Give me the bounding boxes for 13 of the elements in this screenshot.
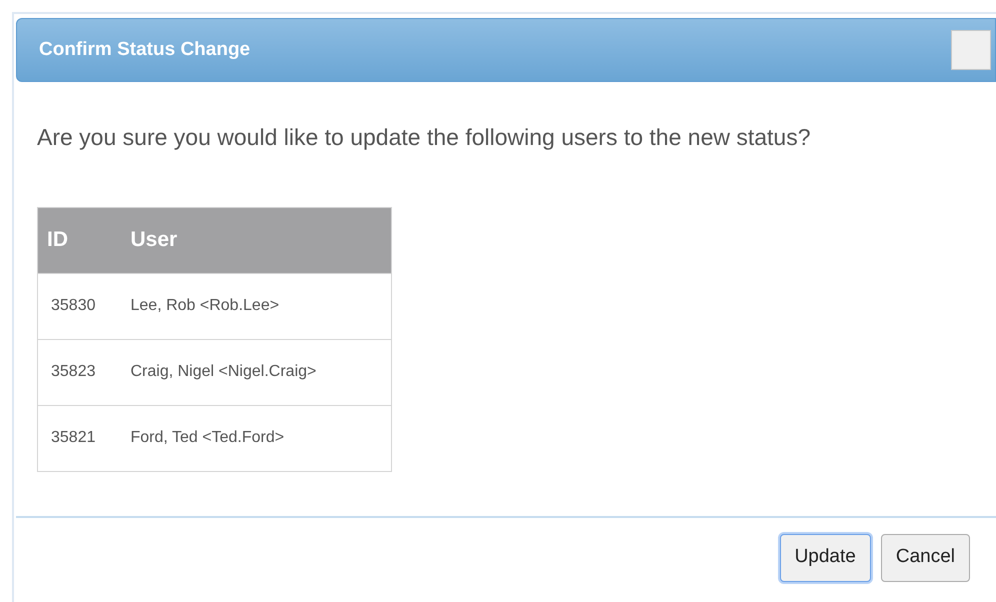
column-header: User	[118, 207, 392, 273]
table-cell: Ford, Ted <Ted.Ford>	[118, 405, 392, 471]
table-cell: Lee, Rob <Rob.Lee>	[118, 273, 392, 339]
table-cell: 35821	[38, 405, 118, 471]
window-title: Confirm Status Change	[39, 38, 250, 62]
column-header: ID	[38, 207, 118, 273]
table-cell: Craig, Nigel <Nigel.Craig>	[118, 339, 392, 405]
confirmation-message: Are you sure you would like to update the following users to the new status?	[37, 123, 812, 152]
cancel-button[interactable]: Cancel	[880, 534, 970, 582]
table-cell: 35830	[38, 273, 118, 339]
update-button[interactable]: Update	[780, 534, 871, 582]
table-cell: 35823	[38, 339, 118, 405]
close-button[interactable]	[951, 30, 991, 70]
